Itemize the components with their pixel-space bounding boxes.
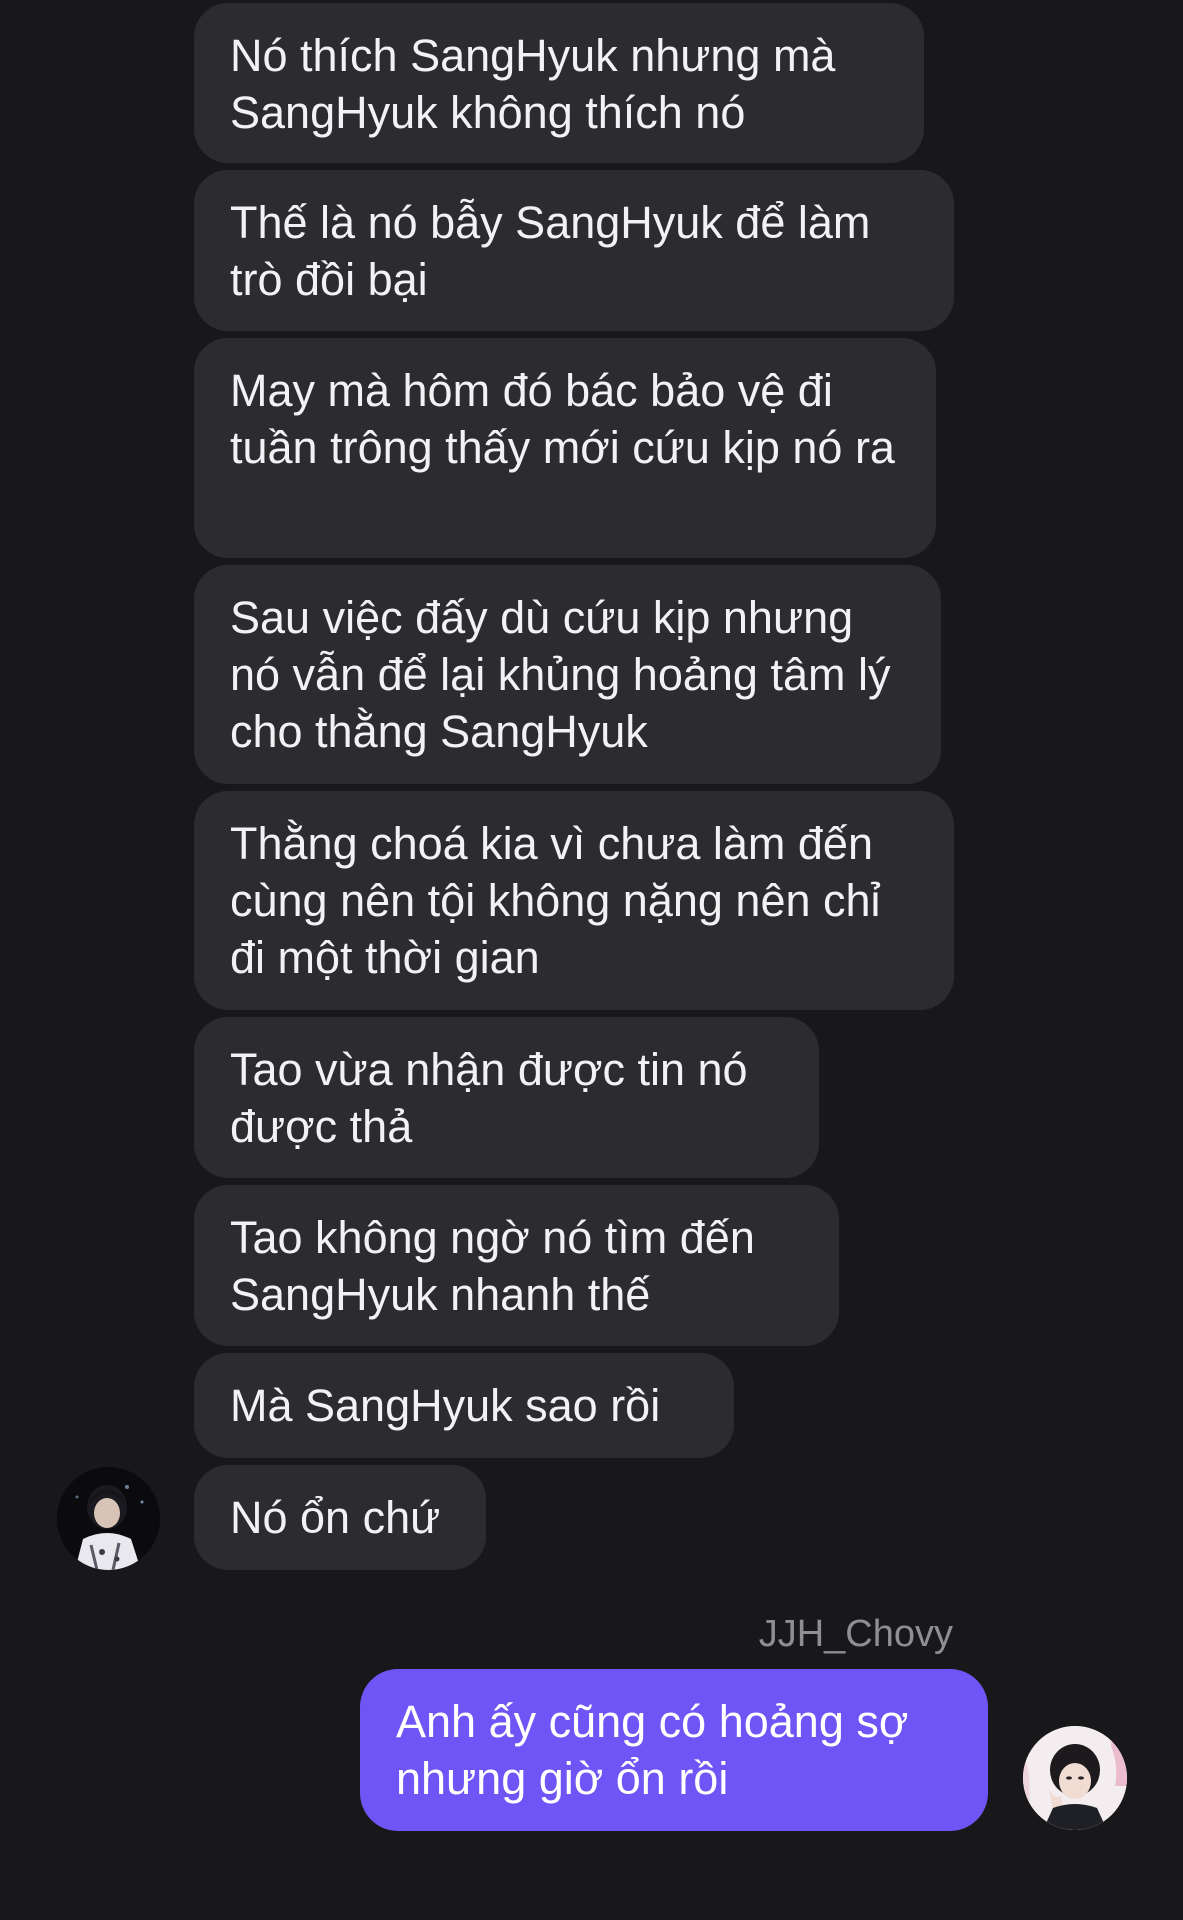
outgoing-message-bubble[interactable]: Anh ấy cũng có hoảng sợ nhưng giờ ổn rồi xyxy=(360,1669,988,1831)
incoming-message-bubble[interactable]: May mà hôm đó bác bảo vệ đi tuần trông t… xyxy=(194,338,936,558)
contact-avatar-image xyxy=(57,1467,160,1570)
sender-name: JJH_Chovy xyxy=(758,1613,953,1655)
user-avatar[interactable] xyxy=(1023,1726,1127,1830)
incoming-message-bubble[interactable]: Nó thích SangHyuk nhưng mà SangHyuk khôn… xyxy=(194,3,924,163)
incoming-message-bubble[interactable]: Thế là nó bẫy SangHyuk để làm trò đồi bạ… xyxy=(194,170,954,331)
incoming-message-bubble[interactable]: Tao không ngờ nó tìm đến SangHyuk nhanh … xyxy=(194,1185,839,1346)
incoming-message-bubble[interactable]: Tao vừa nhận được tin nó được thả xyxy=(194,1017,819,1178)
incoming-message-bubble[interactable]: Mà SangHyuk sao rồi xyxy=(194,1353,734,1458)
incoming-message-bubble[interactable]: Sau việc đấy dù cứu kịp nhưng nó vẫn để … xyxy=(194,565,941,784)
contact-avatar[interactable] xyxy=(57,1467,160,1570)
incoming-message-bubble[interactable]: Nó ổn chứ xyxy=(194,1465,486,1570)
user-avatar-image xyxy=(1023,1726,1127,1830)
incoming-message-bubble[interactable]: Thằng choá kia vì chưa làm đến cùng nên … xyxy=(194,791,954,1010)
